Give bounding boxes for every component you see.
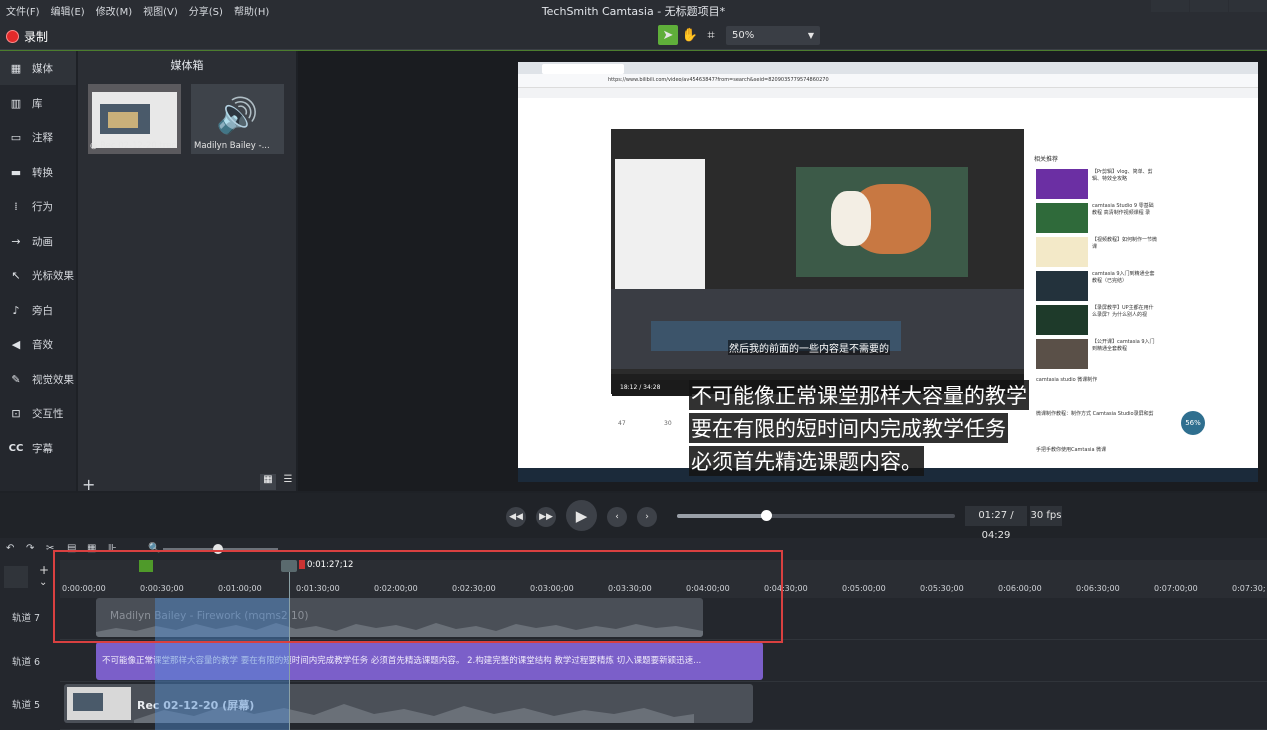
bookmarks-bar bbox=[518, 88, 1258, 98]
track-label-6: 轨道 6 bbox=[12, 657, 41, 668]
play-button[interactable]: ▶ bbox=[566, 500, 597, 531]
track-label-5: 轨道 5 bbox=[12, 700, 41, 711]
speed-badge: 56% bbox=[1181, 411, 1205, 435]
maximize-button[interactable] bbox=[1190, 0, 1228, 12]
next-frame-button[interactable]: › bbox=[637, 507, 657, 527]
step-back-button[interactable]: ◀◀ bbox=[506, 507, 526, 527]
annotation-icon: ▭ bbox=[10, 130, 22, 144]
crop-icon: ⌗ bbox=[707, 27, 715, 43]
browser-tab bbox=[542, 64, 624, 74]
small-subtitle: 然后我的前面的一些内容是不需要的 bbox=[728, 340, 890, 355]
playback-bar bbox=[0, 493, 1267, 538]
media-label-recording: ◉ Rec 02-12-20.trec bbox=[90, 141, 177, 151]
tick-label: 0:05:30;00 bbox=[920, 584, 964, 593]
zoom-dropdown[interactable]: 50% ▼ bbox=[726, 26, 820, 45]
speaker-icon: 🔊 bbox=[216, 96, 259, 136]
list-view-button[interactable]: ☰ bbox=[280, 474, 296, 490]
undo-icon[interactable]: ↶ bbox=[6, 543, 14, 554]
redo-icon[interactable]: ↷ bbox=[26, 543, 34, 554]
record-icon bbox=[6, 30, 19, 43]
video-preview[interactable]: https://www.bilibili.com/video/av4546384… bbox=[518, 62, 1258, 482]
chevron-right-icon: › bbox=[645, 512, 649, 522]
tick-label: 0:06:00;00 bbox=[998, 584, 1042, 593]
record-file-icon: ◉ bbox=[90, 141, 101, 151]
animation-icon: → bbox=[11, 234, 21, 248]
nav-media[interactable]: ▦ 媒体 bbox=[0, 51, 76, 85]
step-forward-button[interactable]: ▶▶ bbox=[536, 507, 556, 527]
tick-label: 0:06:30;00 bbox=[1076, 584, 1120, 593]
window-title: TechSmith Camtasia - 无标题项目* bbox=[541, 5, 726, 18]
record-button[interactable]: 录制 bbox=[6, 28, 48, 45]
add-media-button[interactable]: + bbox=[82, 475, 95, 494]
nav-library[interactable]: ▥ 库 bbox=[0, 86, 76, 120]
tick-label: 0:07:00;00 bbox=[1154, 584, 1198, 593]
time-readout: 01:27 / 04:29 bbox=[965, 506, 1027, 541]
chevron-down-icon[interactable]: ⌄ bbox=[39, 577, 47, 588]
video-time-readout: 18:12 / 34:28 bbox=[612, 380, 692, 396]
crop-tool-button[interactable]: ⌗ bbox=[701, 25, 721, 45]
audio-effect-icon: ◀ bbox=[11, 337, 21, 351]
media-bin-panel: 媒体箱 ◉ Rec 02-12-20.trec 🔊 Madilyn Bailey… bbox=[78, 51, 296, 494]
subtitle-line-1: 不可能像正常课堂那样大容量的教学 bbox=[689, 380, 1029, 410]
interactivity-icon: ⊡ bbox=[11, 406, 21, 420]
select-tool-button[interactable]: ➤ bbox=[658, 25, 678, 45]
chevron-left-icon: ‹ bbox=[615, 512, 619, 522]
nav-animations[interactable]: → 动画 bbox=[0, 224, 76, 258]
highlight-annotation-box bbox=[53, 550, 783, 643]
nav-annotations[interactable]: ▭ 注释 bbox=[0, 120, 76, 154]
media-bin-title: 媒体箱 bbox=[170, 59, 204, 72]
record-label: 录制 bbox=[24, 30, 49, 44]
coin-count: 30 bbox=[664, 420, 672, 427]
nav-cursor-effects[interactable]: ↖ 光标效果 bbox=[0, 258, 76, 292]
nav-captions[interactable]: CC 字幕 bbox=[0, 431, 76, 465]
related-list: 【Pr剪辑】vlog、简单、剪辑、特效全攻略 camtasia Studio 9… bbox=[1036, 169, 1158, 453]
previous-frame-button[interactable]: ‹ bbox=[607, 507, 627, 527]
captions-icon: CC bbox=[8, 442, 24, 454]
chevron-down-icon: ▼ bbox=[807, 31, 814, 40]
track-label-7: 轨道 7 bbox=[12, 613, 41, 624]
cursor-icon: ➤ bbox=[662, 27, 674, 43]
step-back-icon: ◀◀ bbox=[509, 512, 523, 522]
tick-label: 0:05:00;00 bbox=[842, 584, 886, 593]
grid-view-button[interactable]: ▦ bbox=[260, 474, 276, 490]
subtitle-line-3: 必须首先精选课题内容。 bbox=[689, 446, 924, 476]
tick-label: 0:07:30; bbox=[1232, 584, 1266, 593]
scrubber-progress bbox=[677, 514, 766, 518]
transition-icon: ▬ bbox=[10, 165, 22, 179]
subtitle-line-2: 要在有限的短时间内完成教学任务 bbox=[689, 413, 1008, 443]
nav-transitions[interactable]: ▬ 转换 bbox=[0, 155, 76, 189]
nav-audio-effects[interactable]: ◀ 音效 bbox=[0, 327, 76, 361]
close-button[interactable] bbox=[1229, 0, 1267, 12]
list-icon: ☰ bbox=[283, 474, 293, 485]
pan-tool-button[interactable]: ✋ bbox=[680, 25, 700, 45]
media-icon: ▦ bbox=[10, 61, 22, 75]
tools-sidebar: ▦ 媒体 ▥ 库 ▭ 注释 ▬ 转换 ⁞ 行为 → 动画 ↖ 光标效果 ♪ 旁白 ◀ 音效 ✎ 视觉… bbox=[0, 51, 76, 491]
nav-visual-effects[interactable]: ✎ 视觉效果 bbox=[0, 362, 76, 396]
fps-readout[interactable]: 30 fps bbox=[1030, 506, 1062, 526]
microphone-icon: ♪ bbox=[12, 303, 20, 317]
zoom-value: 50% bbox=[732, 30, 755, 41]
play-icon: ▶ bbox=[575, 506, 588, 525]
visual-effect-icon: ✎ bbox=[11, 372, 21, 386]
step-forward-icon: ▶▶ bbox=[539, 512, 553, 522]
nav-voice-narration[interactable]: ♪ 旁白 bbox=[0, 293, 76, 327]
track-options-button[interactable] bbox=[4, 566, 28, 588]
nav-interactivity[interactable]: ⊡ 交互性 bbox=[0, 396, 76, 430]
add-track-icon[interactable]: + bbox=[39, 563, 49, 577]
scrubber-handle[interactable] bbox=[761, 510, 772, 521]
clip-thumbnail bbox=[67, 687, 131, 720]
grid-icon: ▦ bbox=[263, 474, 273, 485]
related-title: 相关推荐 bbox=[1034, 156, 1059, 163]
nav-behaviors[interactable]: ⁞ 行为 bbox=[0, 189, 76, 223]
hand-icon: ✋ bbox=[681, 27, 699, 43]
minimize-button[interactable] bbox=[1151, 0, 1189, 12]
browser-tab-strip bbox=[518, 62, 1258, 74]
cursor-effect-icon: ↖ bbox=[11, 268, 21, 282]
library-icon: ▥ bbox=[10, 96, 22, 110]
like-count: 47 bbox=[618, 420, 626, 427]
media-label-audio: Madilyn Bailey -... bbox=[194, 141, 270, 151]
browser-url: https://www.bilibili.com/video/av4546384… bbox=[608, 77, 829, 83]
behavior-icon: ⁞ bbox=[14, 199, 18, 213]
